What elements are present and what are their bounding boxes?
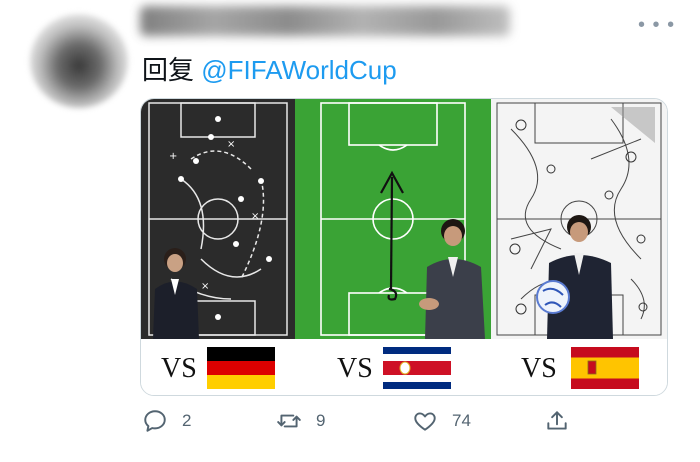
retweet-count: 9 [316,411,326,430]
vs-label-germany: VS [161,353,197,384]
share-button[interactable] [544,408,570,434]
retweet-icon [277,414,301,428]
like-count: 74 [452,411,471,430]
reply-button[interactable]: 2 [142,408,191,434]
mention-link[interactable]: @FIFAWorldCup [201,55,396,85]
like-button[interactable]: 74 [412,408,471,434]
green-pitch-panel [295,99,491,339]
share-icon [547,411,567,430]
germany-flag-icon [207,347,275,389]
reply-count: 2 [182,411,192,430]
retweet-button[interactable]: 9 [276,408,325,434]
more-icon[interactable]: • • • [638,14,675,37]
spain-flag-icon [571,347,639,389]
tweet-action-bar: 2 9 74 [140,408,590,440]
blurred-user-name[interactable] [140,6,510,36]
svg-text:×: × [227,139,235,150]
vs-label-costa-rica: VS [337,353,373,384]
svg-text:×: × [251,211,259,222]
svg-text:×: × [201,281,209,292]
reply-label: 回复 [142,56,195,86]
whiteboard-tactics-panel [491,99,667,339]
reply-header: 回复 @FIFAWorldCup [142,50,397,87]
tweet-media-image[interactable]: × + × × VS VS VS [140,98,668,396]
svg-text:+: + [169,151,177,162]
vs-row: VS VS VS [141,339,667,395]
chalkboard-tactics-panel: × + × × [141,99,295,339]
avatar[interactable] [30,14,128,108]
vs-label-spain: VS [521,353,557,384]
like-icon [414,412,436,431]
reply-icon [144,410,166,432]
costa-rica-flag-icon [383,347,451,389]
